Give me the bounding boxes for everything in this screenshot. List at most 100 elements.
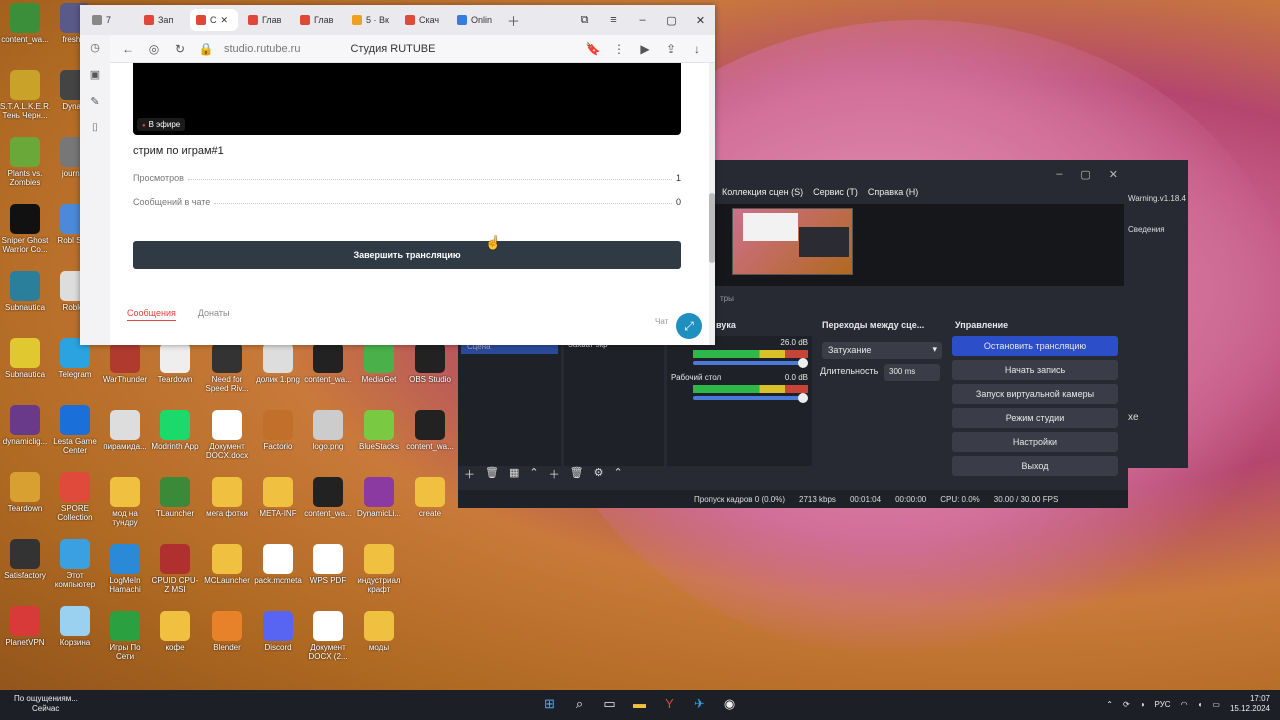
end-stream-button[interactable]: Завершить трансляцию xyxy=(133,241,681,269)
language-indicator[interactable]: РУС xyxy=(1155,700,1171,709)
desktop-icon[interactable]: Игры По Сети xyxy=(100,611,150,661)
virtual-camera-button[interactable]: Запуск виртуальной камеры xyxy=(952,384,1118,404)
camera-icon[interactable]: ⌷ xyxy=(92,122,99,135)
desktop-icon[interactable]: CPUID CPU-Z MSI xyxy=(150,544,200,594)
browser-tab[interactable]: 7 xyxy=(86,9,134,31)
shield-icon[interactable]: ◎ xyxy=(146,42,162,56)
desktop-icon[interactable]: DynamicLi... xyxy=(354,477,404,518)
desktop-icon[interactable]: кофе xyxy=(150,611,200,652)
desktop-icon[interactable]: Этот компьютер xyxy=(50,539,100,589)
desktop-icon[interactable]: MCLauncher xyxy=(202,544,252,585)
desktop-icon[interactable]: create xyxy=(405,477,455,518)
collections-icon[interactable]: ▣ xyxy=(90,68,100,81)
close-icon[interactable]: ✕ xyxy=(686,14,715,27)
explorer-icon[interactable]: ▬ xyxy=(630,694,649,713)
desktop-icon[interactable]: MediaGet xyxy=(354,343,404,384)
desktop-icon[interactable]: BlueStacks xyxy=(354,410,404,451)
app-tray-icon[interactable]: ◑ xyxy=(1140,700,1145,709)
trash-icon[interactable]: 🗑 xyxy=(485,466,499,482)
desktop-icon[interactable]: Blender xyxy=(202,611,252,652)
desktop-icon[interactable]: logo.png xyxy=(303,410,353,451)
desktop-icon[interactable]: Teardown xyxy=(0,472,50,513)
desktop-icon[interactable]: Need for Speed Riv... xyxy=(202,343,252,393)
clock[interactable]: 17:07 15.12.2024 xyxy=(1230,694,1270,714)
settings-button[interactable]: Настройки xyxy=(952,432,1118,452)
tabs-icon[interactable]: ⧉ xyxy=(570,14,599,27)
sync-icon[interactable]: ⟳ xyxy=(1123,700,1130,709)
obs-icon[interactable]: ◉ xyxy=(720,694,739,713)
desktop-icon[interactable]: Корзина xyxy=(50,606,100,647)
minimize-icon[interactable]: – xyxy=(628,14,657,27)
browser-tab[interactable]: Глав xyxy=(242,9,290,31)
desktop-icon[interactable]: Документ DOCX (2... xyxy=(303,611,353,661)
close-icon[interactable]: ✕ xyxy=(1109,168,1118,181)
share-icon[interactable]: ⇪ xyxy=(663,42,679,56)
desktop-icon[interactable]: моды xyxy=(354,611,404,652)
desktop-icon[interactable]: Satisfactory xyxy=(0,539,50,580)
desktop-icon[interactable]: индустриал крафт xyxy=(354,544,404,594)
desktop-icon[interactable]: META-INF xyxy=(253,477,303,518)
add-icon[interactable]: ＋ xyxy=(464,466,475,482)
desktop-icon[interactable]: SPORE Collection xyxy=(50,472,100,522)
search-icon[interactable]: ⌕ xyxy=(570,694,589,713)
menu-item-help[interactable]: Справка (H) xyxy=(868,187,918,197)
side-item[interactable]: Сведения xyxy=(1128,203,1188,234)
notes-icon[interactable]: ✎ xyxy=(90,95,99,108)
desktop-icon[interactable]: content_wa... xyxy=(405,410,455,451)
desktop-icon[interactable]: PlanetVPN xyxy=(0,606,50,647)
maximize-icon[interactable]: ▢ xyxy=(1080,168,1090,181)
desktop-icon[interactable]: Sniper Ghost Warrior Co... xyxy=(0,204,50,254)
browser-tab[interactable]: С ✕ xyxy=(190,9,238,31)
desktop-icon[interactable]: пирамида... xyxy=(100,410,150,451)
desktop-icon[interactable]: content_wa... xyxy=(303,343,353,384)
desktop-icon[interactable]: Lesta Game Center xyxy=(50,405,100,455)
desktop-icon[interactable]: pack.mcmeta xyxy=(253,544,303,585)
browser-tab[interactable]: Зап xyxy=(138,9,186,31)
scrollbar[interactable] xyxy=(709,63,715,345)
desktop-icon[interactable]: Teardown xyxy=(150,343,200,384)
desktop-icon[interactable]: Subnautica xyxy=(0,338,50,379)
volume-fader[interactable] xyxy=(693,393,808,403)
tab-messages[interactable]: Сообщения xyxy=(127,308,176,321)
desktop-icon[interactable]: мега фотки xyxy=(202,477,252,518)
maximize-icon[interactable]: ▢ xyxy=(657,14,686,27)
transition-select[interactable]: Затухание xyxy=(822,342,942,359)
desktop-icon[interactable]: content_wa... xyxy=(303,477,353,518)
menu-item-scene-collection[interactable]: Коллекция сцен (S) xyxy=(722,187,803,197)
menu-icon[interactable]: ≡ xyxy=(599,14,628,27)
video-icon[interactable]: ▶ xyxy=(637,42,653,56)
stop-stream-button[interactable]: Остановить трансляцию xyxy=(952,336,1118,356)
desktop-icon[interactable]: WarThunder xyxy=(100,343,150,384)
browser-tab[interactable]: Глав xyxy=(294,9,342,31)
trash-icon[interactable]: 🗑 xyxy=(570,466,584,482)
volume-icon[interactable]: ◖ xyxy=(1198,700,1203,709)
filter-icon[interactable]: ▦ xyxy=(509,466,519,482)
desktop-icon[interactable]: Factorio xyxy=(253,410,303,451)
chat-toggle-button[interactable]: ⤢ xyxy=(676,313,702,339)
desktop-icon[interactable]: Subnautica xyxy=(0,271,50,312)
desktop-icon[interactable]: S.T.A.L.K.E.R. Тень Черн... xyxy=(0,70,50,120)
desktop-icon[interactable]: OBS Studio xyxy=(405,343,455,384)
new-tab-icon[interactable]: ＋ xyxy=(507,11,520,30)
volume-fader[interactable] xyxy=(693,358,808,368)
task-view-icon[interactable]: ▭ xyxy=(600,694,619,713)
yandex-browser-icon[interactable]: Y xyxy=(660,694,679,713)
exit-button[interactable]: Выход xyxy=(952,456,1118,476)
desktop-icon[interactable]: Discord xyxy=(253,611,303,652)
notification[interactable]: По ощущениям... Сейчас xyxy=(14,694,78,714)
wifi-icon[interactable]: ◠ xyxy=(1181,700,1188,709)
telegram-icon[interactable]: ✈ xyxy=(690,694,709,713)
duration-input[interactable]: 300 ms xyxy=(884,364,940,381)
download-icon[interactable]: ↓ xyxy=(689,42,705,56)
desktop-icon[interactable]: Документ DOCX.docx xyxy=(202,410,252,460)
reload-icon[interactable]: ↻ xyxy=(172,42,188,56)
minimize-icon[interactable]: – xyxy=(1056,168,1062,180)
browser-tab[interactable]: Скач xyxy=(399,9,447,31)
close-tab-icon[interactable]: ✕ xyxy=(221,15,229,26)
desktop-icon[interactable]: WPS PDF xyxy=(303,544,353,585)
back-icon[interactable]: ← xyxy=(120,42,136,56)
clock-icon[interactable]: ◷ xyxy=(90,41,100,54)
desktop-icon[interactable]: content_wa... xyxy=(0,3,50,44)
video-player[interactable]: В эфире xyxy=(133,63,681,135)
start-icon[interactable]: ⊞ xyxy=(540,694,559,713)
